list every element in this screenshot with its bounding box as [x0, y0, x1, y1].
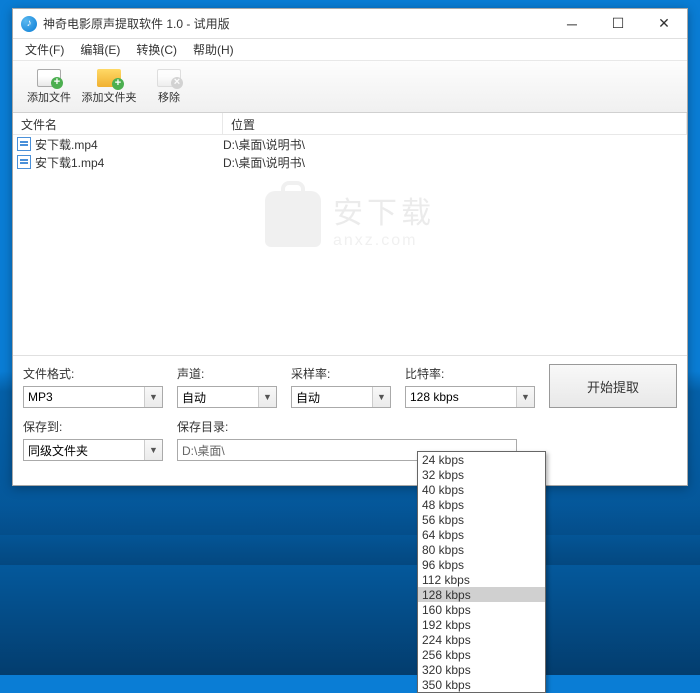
app-window: 神奇电影原声提取软件 1.0 - 试用版 ─ ☐ ✕ 文件(F) 编辑(E) 转… [12, 8, 688, 486]
remove-label: 移除 [158, 89, 180, 105]
bitrate-option[interactable]: 160 kbps [418, 602, 545, 617]
bitrate-option[interactable]: 40 kbps [418, 482, 545, 497]
format-label: 文件格式: [23, 365, 163, 382]
file-row[interactable]: 安下载1.mp4 D:\桌面\说明书\ [13, 153, 687, 171]
menu-file[interactable]: 文件(F) [17, 39, 72, 60]
bitrate-combo[interactable]: 128 kbps ▼ [405, 386, 535, 408]
file-location: D:\桌面\说明书\ [223, 154, 687, 171]
bitrate-option[interactable]: 64 kbps [418, 527, 545, 542]
lock-icon [265, 191, 321, 247]
file-icon [17, 137, 31, 151]
bitrate-option[interactable]: 224 kbps [418, 632, 545, 647]
file-list-header: 文件名 位置 [13, 113, 687, 135]
add-file-label: 添加文件 [27, 89, 71, 105]
file-row[interactable]: 安下载.mp4 D:\桌面\说明书\ [13, 135, 687, 153]
file-location: D:\桌面\说明书\ [223, 136, 687, 153]
menubar: 文件(F) 编辑(E) 转换(C) 帮助(H) [13, 39, 687, 61]
remove-button[interactable]: 移除 [139, 65, 199, 108]
titlebar[interactable]: 神奇电影原声提取软件 1.0 - 试用版 ─ ☐ ✕ [13, 9, 687, 39]
sample-combo[interactable]: 自动 ▼ [291, 386, 391, 408]
remove-icon [157, 69, 181, 87]
saveto-combo[interactable]: 同级文件夹 ▼ [23, 439, 163, 461]
file-name: 安下载1.mp4 [35, 154, 104, 171]
chevron-down-icon: ▼ [258, 387, 276, 407]
bitrate-option[interactable]: 80 kbps [418, 542, 545, 557]
menu-help[interactable]: 帮助(H) [185, 39, 242, 60]
add-file-icon [37, 69, 61, 87]
bitrate-option[interactable]: 32 kbps [418, 467, 545, 482]
file-name: 安下载.mp4 [35, 136, 98, 153]
bitrate-dropdown[interactable]: 24 kbps32 kbps40 kbps48 kbps56 kbps64 kb… [417, 451, 546, 693]
header-filename[interactable]: 文件名 [13, 113, 223, 134]
file-icon [17, 155, 31, 169]
chevron-down-icon: ▼ [516, 387, 534, 407]
header-location[interactable]: 位置 [223, 113, 687, 134]
toolbar: 添加文件 添加文件夹 移除 [13, 61, 687, 113]
bitrate-option[interactable]: 192 kbps [418, 617, 545, 632]
bitrate-option[interactable]: 96 kbps [418, 557, 545, 572]
bitrate-option[interactable]: 48 kbps [418, 497, 545, 512]
maximize-button[interactable]: ☐ [595, 9, 641, 38]
format-combo[interactable]: MP3 ▼ [23, 386, 163, 408]
bitrate-option[interactable]: 112 kbps [418, 572, 545, 587]
watermark: 安下载 anxz.com [265, 188, 435, 250]
menu-convert[interactable]: 转换(C) [128, 39, 185, 60]
menu-edit[interactable]: 编辑(E) [72, 39, 128, 60]
minimize-button[interactable]: ─ [549, 9, 595, 38]
bitrate-option[interactable]: 24 kbps [418, 452, 545, 467]
bitrate-option[interactable]: 350 kbps [418, 677, 545, 692]
settings-panel: 文件格式: MP3 ▼ 声道: 自动 ▼ 采样率: 自动 ▼ [13, 355, 687, 485]
window-title: 神奇电影原声提取软件 1.0 - 试用版 [43, 15, 549, 32]
file-list[interactable]: 文件名 位置 安下载.mp4 D:\桌面\说明书\ 安下载1.mp4 D:\桌面… [13, 113, 687, 355]
app-icon [21, 16, 37, 32]
saveto-label: 保存到: [23, 418, 163, 435]
add-folder-icon [97, 69, 121, 87]
bitrate-label: 比特率: [405, 365, 535, 382]
chevron-down-icon: ▼ [372, 387, 390, 407]
bitrate-option[interactable]: 256 kbps [418, 647, 545, 662]
bitrate-option[interactable]: 56 kbps [418, 512, 545, 527]
bitrate-option[interactable]: 128 kbps [418, 587, 545, 602]
channel-combo[interactable]: 自动 ▼ [177, 386, 277, 408]
savedir-label: 保存目录: [177, 418, 517, 435]
chevron-down-icon: ▼ [144, 387, 162, 407]
sample-label: 采样率: [291, 365, 391, 382]
add-file-button[interactable]: 添加文件 [19, 65, 79, 108]
add-folder-button[interactable]: 添加文件夹 [79, 65, 139, 108]
close-button[interactable]: ✕ [641, 9, 687, 38]
start-extract-button[interactable]: 开始提取 [549, 364, 677, 408]
add-folder-label: 添加文件夹 [82, 89, 137, 105]
channel-label: 声道: [177, 365, 277, 382]
chevron-down-icon: ▼ [144, 440, 162, 460]
